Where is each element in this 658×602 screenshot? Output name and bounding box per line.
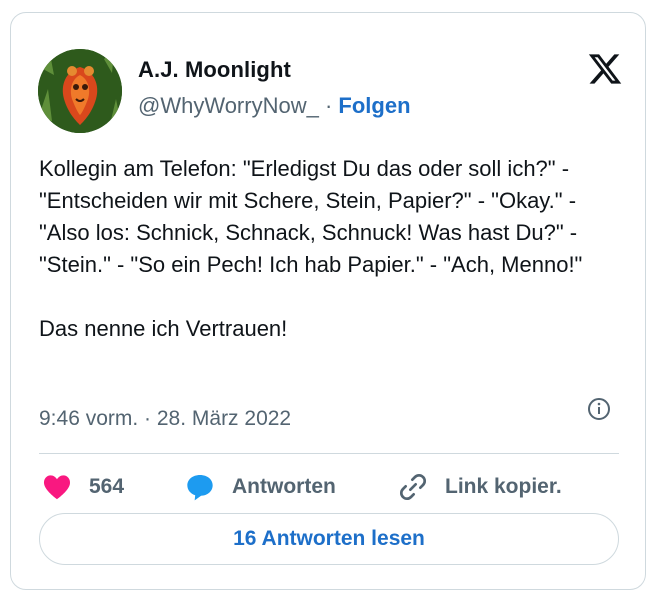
- reply-label: Antworten: [232, 475, 336, 498]
- avatar[interactable]: [38, 49, 122, 133]
- avatar-image: [38, 49, 122, 133]
- copy-link-label: Link kopier.: [445, 475, 562, 498]
- like-count: 564: [89, 475, 125, 498]
- read-replies-button[interactable]: 16 Antworten lesen: [39, 513, 619, 565]
- tweet-timestamp[interactable]: 9:46 vorm. · 28. März 2022: [39, 407, 291, 431]
- heart-icon: [43, 475, 71, 500]
- link-icon: [399, 473, 427, 501]
- author-handle[interactable]: @WhyWorryNow_: [138, 93, 319, 118]
- author-name[interactable]: A.J. Moonlight: [138, 57, 291, 83]
- author-handle-row: @WhyWorryNow_ · Folgen: [138, 93, 411, 119]
- separator-dot: ·: [324, 93, 333, 118]
- divider: [39, 453, 619, 454]
- info-icon[interactable]: [587, 397, 611, 421]
- copy-link-button[interactable]: Link kopier.: [397, 463, 562, 511]
- read-replies-label: 16 Antworten lesen: [233, 527, 425, 550]
- follow-button[interactable]: Folgen: [338, 93, 410, 118]
- action-bar: 564 Antworten Link kopier.: [39, 463, 629, 511]
- reply-button[interactable]: Antworten: [184, 463, 336, 511]
- tweet-card: A.J. Moonlight @WhyWorryNow_ · Folgen Ko…: [10, 12, 646, 590]
- like-button[interactable]: 564: [41, 463, 124, 511]
- tweet-text: Kollegin am Telefon: "Erledigst Du das o…: [39, 156, 583, 341]
- speech-bubble-icon: [187, 475, 213, 501]
- x-logo-icon[interactable]: [587, 51, 623, 87]
